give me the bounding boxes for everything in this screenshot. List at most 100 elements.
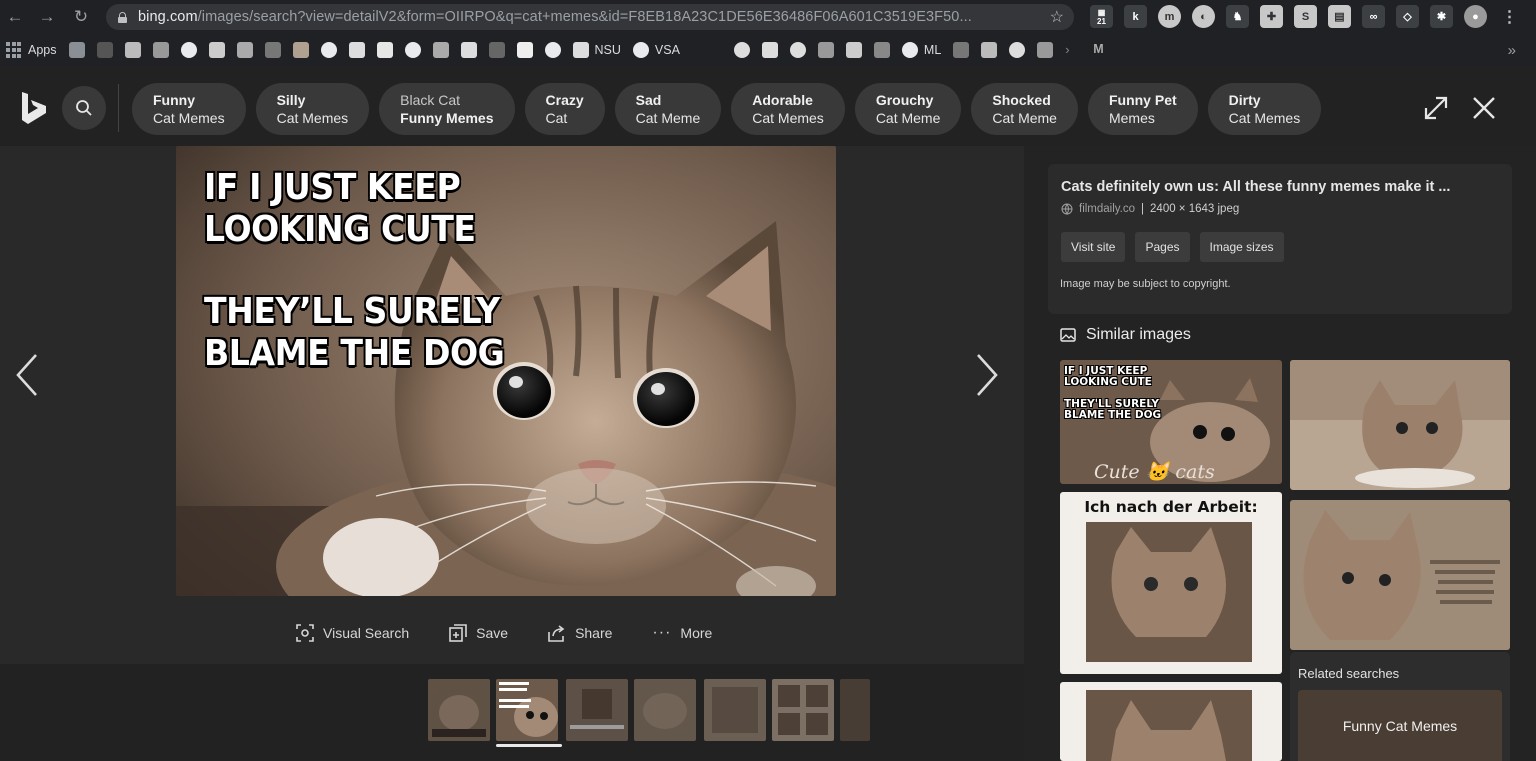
visual-search-button[interactable]: Visual Search xyxy=(296,624,409,642)
expand-icon[interactable] xyxy=(1422,94,1450,122)
bookmark-favicon-icon xyxy=(516,42,533,58)
bookmark-favicon[interactable] xyxy=(460,39,477,61)
back-arrow-icon[interactable]: ← xyxy=(2,4,28,30)
bookmark-favicon[interactable] xyxy=(488,39,505,61)
bookmark-favicon[interactable] xyxy=(733,39,750,61)
bookmark-favicon[interactable] xyxy=(845,39,862,61)
similar-image-5[interactable] xyxy=(1060,682,1282,761)
chip-crazy-cat[interactable]: Crazy Cat xyxy=(524,83,605,135)
bookmark-favicon[interactable] xyxy=(789,39,806,61)
bookmark-favicon[interactable] xyxy=(544,39,561,61)
similar-image-4[interactable] xyxy=(1290,500,1510,650)
bookmark-favicon[interactable]: › xyxy=(1065,39,1081,61)
visit-site-button[interactable]: Visit site xyxy=(1061,232,1126,262)
similar-image-2[interactable] xyxy=(1290,360,1510,490)
bookmark-favicon[interactable] xyxy=(981,39,998,61)
bookmark-favicon[interactable] xyxy=(432,39,449,61)
bookmark-star-icon[interactable]: ☆ xyxy=(1050,7,1064,27)
thumbnail-item[interactable] xyxy=(704,679,766,741)
thumbnail-item[interactable] xyxy=(634,679,696,741)
chevron-right-icon: › xyxy=(1065,42,1070,57)
thumbnail-item[interactable] xyxy=(428,679,490,741)
thumbnail-item[interactable] xyxy=(840,679,870,741)
chip-sad-cat-meme[interactable]: Sad Cat Meme xyxy=(614,83,722,135)
bookmark-vsa[interactable]: VSA xyxy=(632,39,680,61)
pages-button[interactable]: Pages xyxy=(1135,232,1190,262)
calendar-extension-icon[interactable]: ▦ 21 xyxy=(1090,5,1113,28)
infinity-extension-icon[interactable]: ∞ xyxy=(1362,5,1385,28)
bookmark-favicon[interactable] xyxy=(404,39,421,61)
bookmark-favicon[interactable] xyxy=(208,39,225,61)
profile-avatar[interactable]: ● xyxy=(1464,5,1487,28)
k-extension-icon[interactable]: k xyxy=(1124,5,1147,28)
bookmark-favicon[interactable] xyxy=(761,39,778,61)
image-info-card: Cats definitely own us: All these funny … xyxy=(1048,164,1512,314)
puzzle-cross-extension-icon[interactable]: ✚ xyxy=(1260,5,1283,28)
bookmark-favicon[interactable] xyxy=(152,39,169,61)
search-button[interactable] xyxy=(62,86,106,130)
thumbnail-item-selected[interactable] xyxy=(496,679,558,741)
bookmark-favicon[interactable] xyxy=(873,39,890,61)
thumbnail-item[interactable] xyxy=(566,679,628,741)
bookmark-favicon[interactable] xyxy=(96,39,113,61)
bookmarks-overflow[interactable]: » xyxy=(1508,39,1516,61)
chip-label-1: Silly xyxy=(276,92,306,108)
bookmark-favicon[interactable] xyxy=(68,39,85,61)
bookmark-favicon[interactable] xyxy=(1037,39,1054,61)
chip-grouchy-cat-meme[interactable]: Grouchy Cat Meme xyxy=(854,83,962,135)
bookmark-favicon[interactable] xyxy=(264,39,281,61)
bookmark-favicon[interactable] xyxy=(348,39,365,61)
chip-black-cat-funny-memes[interactable]: Black Cat Funny Memes xyxy=(379,83,515,135)
bookmark-favicon[interactable] xyxy=(292,39,309,61)
kebab-menu-icon[interactable]: ⋮ xyxy=(1498,5,1521,28)
chip-silly-cat-memes[interactable]: Silly Cat Memes xyxy=(255,83,370,135)
reload-icon[interactable]: ↻ xyxy=(68,4,94,30)
bookmark-nsu[interactable]: NSU xyxy=(572,39,621,61)
bookmark-favicon[interactable]: M xyxy=(1093,39,1109,61)
bookmark-favicon[interactable] xyxy=(320,39,337,61)
bookmark-favicon[interactable] xyxy=(180,39,197,61)
globe-icon xyxy=(1061,203,1073,215)
chip-dirty-cat-memes[interactable]: Dirty Cat Memes xyxy=(1207,83,1322,135)
bookmark-favicon[interactable] xyxy=(953,39,970,61)
source-site[interactable]: filmdaily.co xyxy=(1079,203,1135,215)
bookmark-favicon[interactable] xyxy=(236,39,253,61)
circle-extension-icon[interactable]: m xyxy=(1158,5,1181,28)
bookmark-favicon[interactable] xyxy=(1009,39,1026,61)
bookmark-favicon-icon xyxy=(845,42,862,58)
doc-extension-icon[interactable]: ▤ xyxy=(1328,5,1351,28)
save-button[interactable]: Save xyxy=(449,624,508,642)
address-bar[interactable]: bing.com/images/search?view=detailV2&for… xyxy=(106,4,1074,30)
wolf-extension-icon[interactable]: ♞ xyxy=(1226,5,1249,28)
image-title-link[interactable]: Cats definitely own us: All these funny … xyxy=(1061,179,1450,195)
bookmark-ml[interactable]: ML xyxy=(901,39,941,61)
close-icon[interactable] xyxy=(1470,94,1498,122)
thumbnail-item[interactable] xyxy=(772,679,834,741)
main-cat-image[interactable]: IF I JUST KEEP LOOKING CUTE THEY’LL SURE… xyxy=(176,146,836,596)
puzzle-icon[interactable]: ✱ xyxy=(1430,5,1453,28)
diamond-extension-icon[interactable]: ◇ xyxy=(1396,5,1419,28)
stripe-extension-icon[interactable]: S xyxy=(1294,5,1317,28)
related-search-funny-cat-memes[interactable]: Funny Cat Memes xyxy=(1298,690,1502,761)
forward-arrow-icon[interactable]: → xyxy=(34,4,60,30)
chip-funny-cat-memes[interactable]: Funny Cat Memes xyxy=(132,83,246,135)
bookmark-favicon[interactable] xyxy=(376,39,393,61)
image-sizes-button[interactable]: Image sizes xyxy=(1199,232,1284,262)
chip-adorable-cat-memes[interactable]: Adorable Cat Memes xyxy=(731,83,845,135)
bing-logo-icon[interactable] xyxy=(20,92,48,124)
next-arrow-icon[interactable] xyxy=(974,351,1002,399)
bookmark-favicon[interactable] xyxy=(124,39,141,61)
bookmark-favicon[interactable] xyxy=(817,39,834,61)
previous-arrow-icon[interactable] xyxy=(12,351,40,399)
similar-image-1[interactable]: IF I JUST KEEP LOOKING CUTE THEY'LL SURE… xyxy=(1060,360,1282,484)
similar-image-3[interactable]: Ich nach der Arbeit: xyxy=(1060,492,1282,674)
more-button[interactable]: ··· More xyxy=(652,624,712,642)
chip-label-1: Adorable xyxy=(752,92,813,108)
bookmark-apps[interactable]: Apps xyxy=(6,39,57,61)
shield-extension-icon[interactable]: ◐ xyxy=(1192,5,1215,28)
chip-shocked-cat-meme[interactable]: Shocked Cat Meme xyxy=(971,83,1078,135)
chip-funny-pet-memes[interactable]: Funny Pet Memes xyxy=(1087,83,1198,135)
info-buttons: Visit site Pages Image sizes xyxy=(1061,232,1284,262)
share-button[interactable]: Share xyxy=(548,624,612,642)
bookmark-favicon[interactable] xyxy=(516,39,533,61)
